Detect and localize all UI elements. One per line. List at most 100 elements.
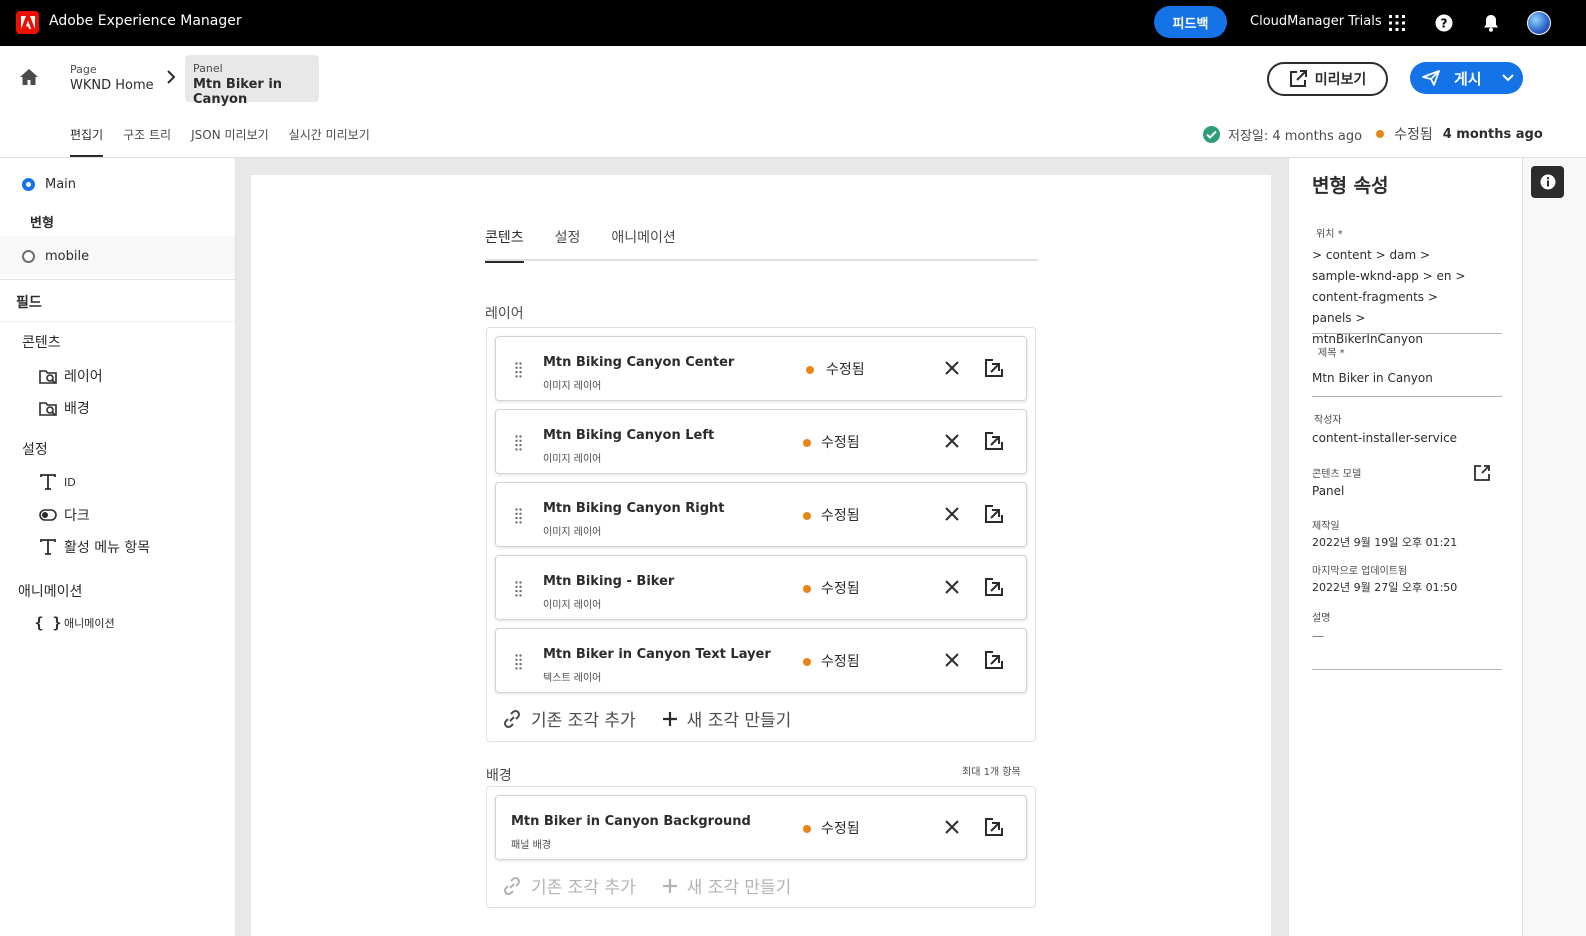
field-label: 레이어 [64,369,103,385]
model-value: Panel [1312,484,1345,498]
open-fragment-icon[interactable] [985,505,1003,523]
field-animation[interactable]: { } 애니메이션 [34,614,114,632]
breadcrumb-page[interactable]: Page WKND Home [70,63,154,93]
field-id[interactable]: ID [38,474,76,490]
divider [1312,396,1502,397]
add-existing-fragment-button[interactable]: 기존 조각 추가 [502,706,636,731]
fragment-type: 텍스트 레이어 [543,673,602,684]
preview-label: 미리보기 [1314,72,1367,88]
divider [1312,333,1502,334]
title-value[interactable]: Mtn Biker in Canyon [1312,368,1433,389]
adobe-logo-icon[interactable] [16,11,39,34]
radio-unselected-icon[interactable] [22,249,35,263]
drag-handle-icon[interactable] [515,508,522,524]
create-new-fragment-button[interactable]: 새 조각 만들기 [662,873,791,898]
divider [0,279,235,280]
create-new-label: 새 조각 만들기 [686,711,792,731]
tab-editor[interactable]: 편집기 [70,124,104,157]
remove-icon[interactable] [945,434,959,448]
plus-icon [662,878,677,893]
create-new-fragment-button[interactable]: 새 조각 만들기 [662,706,792,731]
remove-icon[interactable] [945,820,959,834]
field-active-menu-item[interactable]: 활성 메뉴 항목 [38,537,150,557]
breadcrumb-title: Mtn Biker in Canyon [193,77,283,107]
fragment-card[interactable]: Mtn Biking Canyon Right 이미지 레이어 수정됨 [495,482,1027,547]
chevron-down-icon[interactable] [1501,70,1515,84]
remove-icon[interactable] [945,361,959,375]
publish-button[interactable]: 게시 [1410,62,1523,94]
open-fragment-icon[interactable] [985,651,1003,669]
open-fragment-icon[interactable] [985,818,1003,836]
created-value: 2022년 9월 19일 오후 01:21 [1312,536,1458,549]
fragment-status: 수정됨 [821,435,860,451]
publish-label: 게시 [1454,69,1482,88]
feedback-button[interactable]: 피드백 [1154,6,1227,38]
fragment-title: Mtn Biking Canyon Left [543,428,715,443]
fragment-card[interactable]: Mtn Biking - Biker 이미지 레이어 수정됨 [495,555,1027,620]
breadcrumb-title: WKND Home [70,78,154,93]
field-label: 다크 [64,508,90,524]
fragment-status: 수정됨 [821,821,860,837]
fragment-type: 이미지 레이어 [543,527,602,538]
fragment-title: Mtn Biking - Biker [543,574,675,589]
home-icon[interactable] [19,68,39,86]
fragment-title: Mtn Biker in Canyon Background [511,814,751,829]
fields-heading: 필드 [16,295,42,311]
variation-main[interactable]: Main [0,164,235,204]
max-items-note: 최대 1개 항목 [962,767,1021,778]
radio-selected-icon[interactable] [22,177,35,191]
user-avatar[interactable] [1527,11,1551,35]
breadcrumb-current[interactable]: Panel Mtn Biker in Canyon [185,55,319,107]
saved-text: 저장일: 4 months ago [1228,128,1363,144]
field-dark[interactable]: 다크 [38,505,90,525]
tab-live-preview[interactable]: 실시간 미리보기 [289,124,370,157]
open-external-icon[interactable] [1474,465,1490,481]
open-external-icon [1289,70,1307,87]
bell-icon[interactable] [1481,13,1501,33]
remove-icon[interactable] [945,653,959,667]
open-fragment-icon[interactable] [985,578,1003,596]
variation-label: Main [45,176,77,192]
fields-sidebar: Main 변형 mobile 필드 콘텐츠 레이어 배경 설정 ID 다크 활성… [0,158,236,936]
updated-label: 마지막으로 업데이트됨 [1312,566,1408,577]
location-label: 위치 * [1316,229,1343,240]
tab-content[interactable]: 콘텐츠 [485,225,524,263]
open-fragment-icon[interactable] [985,432,1003,450]
description-value[interactable]: — [1312,626,1324,647]
field-layers[interactable]: 레이어 [38,366,103,386]
plus-icon [662,711,677,726]
publish-icon [1422,70,1440,86]
fragment-status: 수정됨 [821,508,860,524]
drag-handle-icon[interactable] [515,362,522,378]
open-fragment-icon[interactable] [985,359,1003,377]
fragment-card[interactable]: Mtn Biking Canyon Left 이미지 레이어 수정됨 [495,409,1027,474]
remove-icon[interactable] [945,580,959,594]
drag-handle-icon[interactable] [515,581,522,597]
info-icon[interactable] [1531,166,1564,198]
svg-text:?: ? [1441,17,1448,31]
apps-grid-icon[interactable] [1387,13,1407,33]
remove-icon[interactable] [945,507,959,521]
fragment-card[interactable]: Mtn Biking Canyon Center 이미지 레이어 수정됨 [495,336,1027,401]
help-icon[interactable]: ? [1434,13,1454,33]
save-status: 저장일: 4 months ago 수정됨 4 months ago [1203,124,1543,144]
tab-settings[interactable]: 설정 [555,225,581,261]
add-existing-fragment-button[interactable]: 기존 조각 추가 [502,873,636,898]
variation-mobile[interactable]: mobile [0,236,235,276]
author-label: 작성자 [1314,415,1342,426]
tab-animation[interactable]: 애니메이션 [611,225,675,261]
tab-json-preview[interactable]: JSON 미리보기 [191,124,269,157]
drag-handle-icon[interactable] [515,654,522,670]
fragment-search-icon [38,400,58,417]
right-rail [1522,158,1586,936]
org-switcher[interactable]: CloudManager Trials [1250,14,1382,29]
fragment-card[interactable]: Mtn Biker in Canyon Background 패널 배경 수정됨 [495,795,1027,860]
app-title[interactable]: Adobe Experience Manager [49,13,242,29]
layers-add-row: 기존 조각 추가 새 조각 만들기 [502,706,817,731]
tab-structure-tree[interactable]: 구조 트리 [123,124,171,157]
field-background[interactable]: 배경 [38,398,90,418]
drag-handle-icon[interactable] [515,435,522,451]
fragment-card[interactable]: Mtn Biker in Canyon Text Layer 텍스트 레이어 수… [495,628,1027,693]
modified-status-dot [803,512,811,520]
preview-button[interactable]: 미리보기 [1267,62,1388,96]
